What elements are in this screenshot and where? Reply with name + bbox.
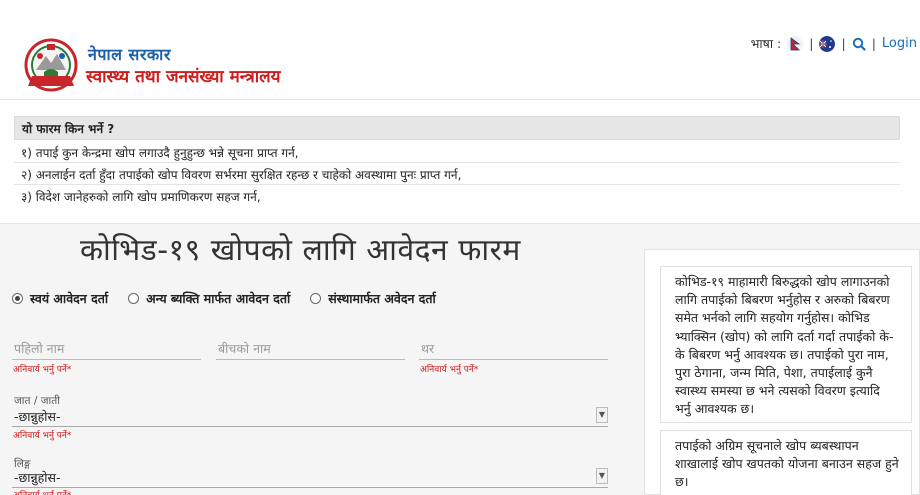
chevron-down-icon[interactable]: ▼: [596, 407, 608, 423]
caste-selected-value: -छान्नुहोस-: [14, 409, 61, 424]
info-panel-title: यो फारम किन भर्ने ?: [14, 116, 900, 140]
language-label: भाषा :: [750, 36, 782, 51]
gender-selected-value: -छान्नुहोस-: [14, 470, 61, 485]
side-info-card-1: कोभिड-१९ माहामारी बिरुद्धको खोप लागाउनको…: [660, 266, 912, 423]
first-name-input[interactable]: [12, 338, 201, 359]
nepali-flag-icon[interactable]: [787, 35, 804, 52]
radio-other-person-registration[interactable]: अन्य ब्यक्ति मार्फत आवेदन दर्ता: [128, 290, 290, 307]
first-name-required-note: अनिवार्य भर्नु पर्ने*: [13, 365, 72, 375]
government-name: नेपाल सरकार: [88, 45, 171, 64]
radio-button[interactable]: [128, 293, 140, 304]
middle-name-field: [216, 338, 405, 360]
first-name-field: [12, 338, 201, 360]
radio-button[interactable]: [310, 293, 322, 304]
gender-select[interactable]: -छान्नुहोस- ▼: [12, 466, 608, 488]
chevron-down-icon[interactable]: ▼: [596, 468, 608, 484]
radio-self-registration[interactable]: स्वयं आवेदन दर्ता: [12, 290, 108, 307]
radio-label: अन्य ब्यक्ति मार्फत आवेदन दर्ता: [146, 291, 291, 306]
radio-institution-registration[interactable]: संस्थामार्फत अवेदन दर्ता: [310, 290, 436, 307]
last-name-required-note: अनिवार्य भर्नु पर्ने*: [420, 365, 479, 375]
radio-button[interactable]: [12, 293, 23, 304]
caste-required-note: अनिवार्य भर्नु पर्ने*: [13, 431, 72, 441]
separator: |: [809, 36, 814, 51]
separator: |: [841, 36, 846, 51]
info-line-1: १) तपाई कुन केन्द्रमा खोप लगाउदै हुनुहुन…: [14, 141, 900, 163]
separator: |: [871, 36, 876, 51]
top-utility-bar: भाषा : | | | Login: [751, 35, 917, 52]
radio-label: संस्थामार्फत अवेदन दर्ता: [328, 291, 436, 306]
info-line-2: २) अनलाईन दर्ता हुँदा तपाईको खोप विवरण स…: [14, 163, 900, 185]
info-line-3: ३) विदेश जानेहरुको लागि खोप प्रमाणिकरण स…: [21, 190, 261, 204]
english-flag-icon[interactable]: [819, 35, 836, 52]
side-info-card-2: तपाईको अग्रिम सूचनाले खोप ब्यबस्थापन शाख…: [660, 430, 912, 495]
last-name-field: [419, 338, 608, 360]
ministry-name: स्वास्थ्य तथा जनसंख्या मन्त्रालय: [86, 67, 281, 87]
registration-type-group: स्वयं आवेदन दर्ता अन्य ब्यक्ति मार्फत आव…: [12, 290, 456, 307]
why-fill-form-panel: यो फारम किन भर्ने ? १) तपाई कुन केन्द्रम…: [0, 100, 920, 224]
caste-select[interactable]: -छान्नुहोस- ▼: [12, 405, 608, 427]
middle-name-input[interactable]: [216, 338, 405, 359]
search-icon[interactable]: [852, 37, 866, 51]
gender-required-note: अनिवार्य भर्नु पर्ने*: [13, 488, 71, 495]
nepal-emblem-logo[interactable]: [20, 36, 82, 92]
site-header: नेपाल सरकार स्वास्थ्य तथा जनसंख्या मन्त्…: [0, 0, 920, 100]
last-name-input[interactable]: [419, 338, 608, 359]
login-link[interactable]: Login: [882, 36, 917, 51]
form-title: कोभिड-१९ खोपको लागि आवेदन फारम: [80, 233, 521, 268]
radio-label: स्वयं आवेदन दर्ता: [30, 291, 109, 306]
